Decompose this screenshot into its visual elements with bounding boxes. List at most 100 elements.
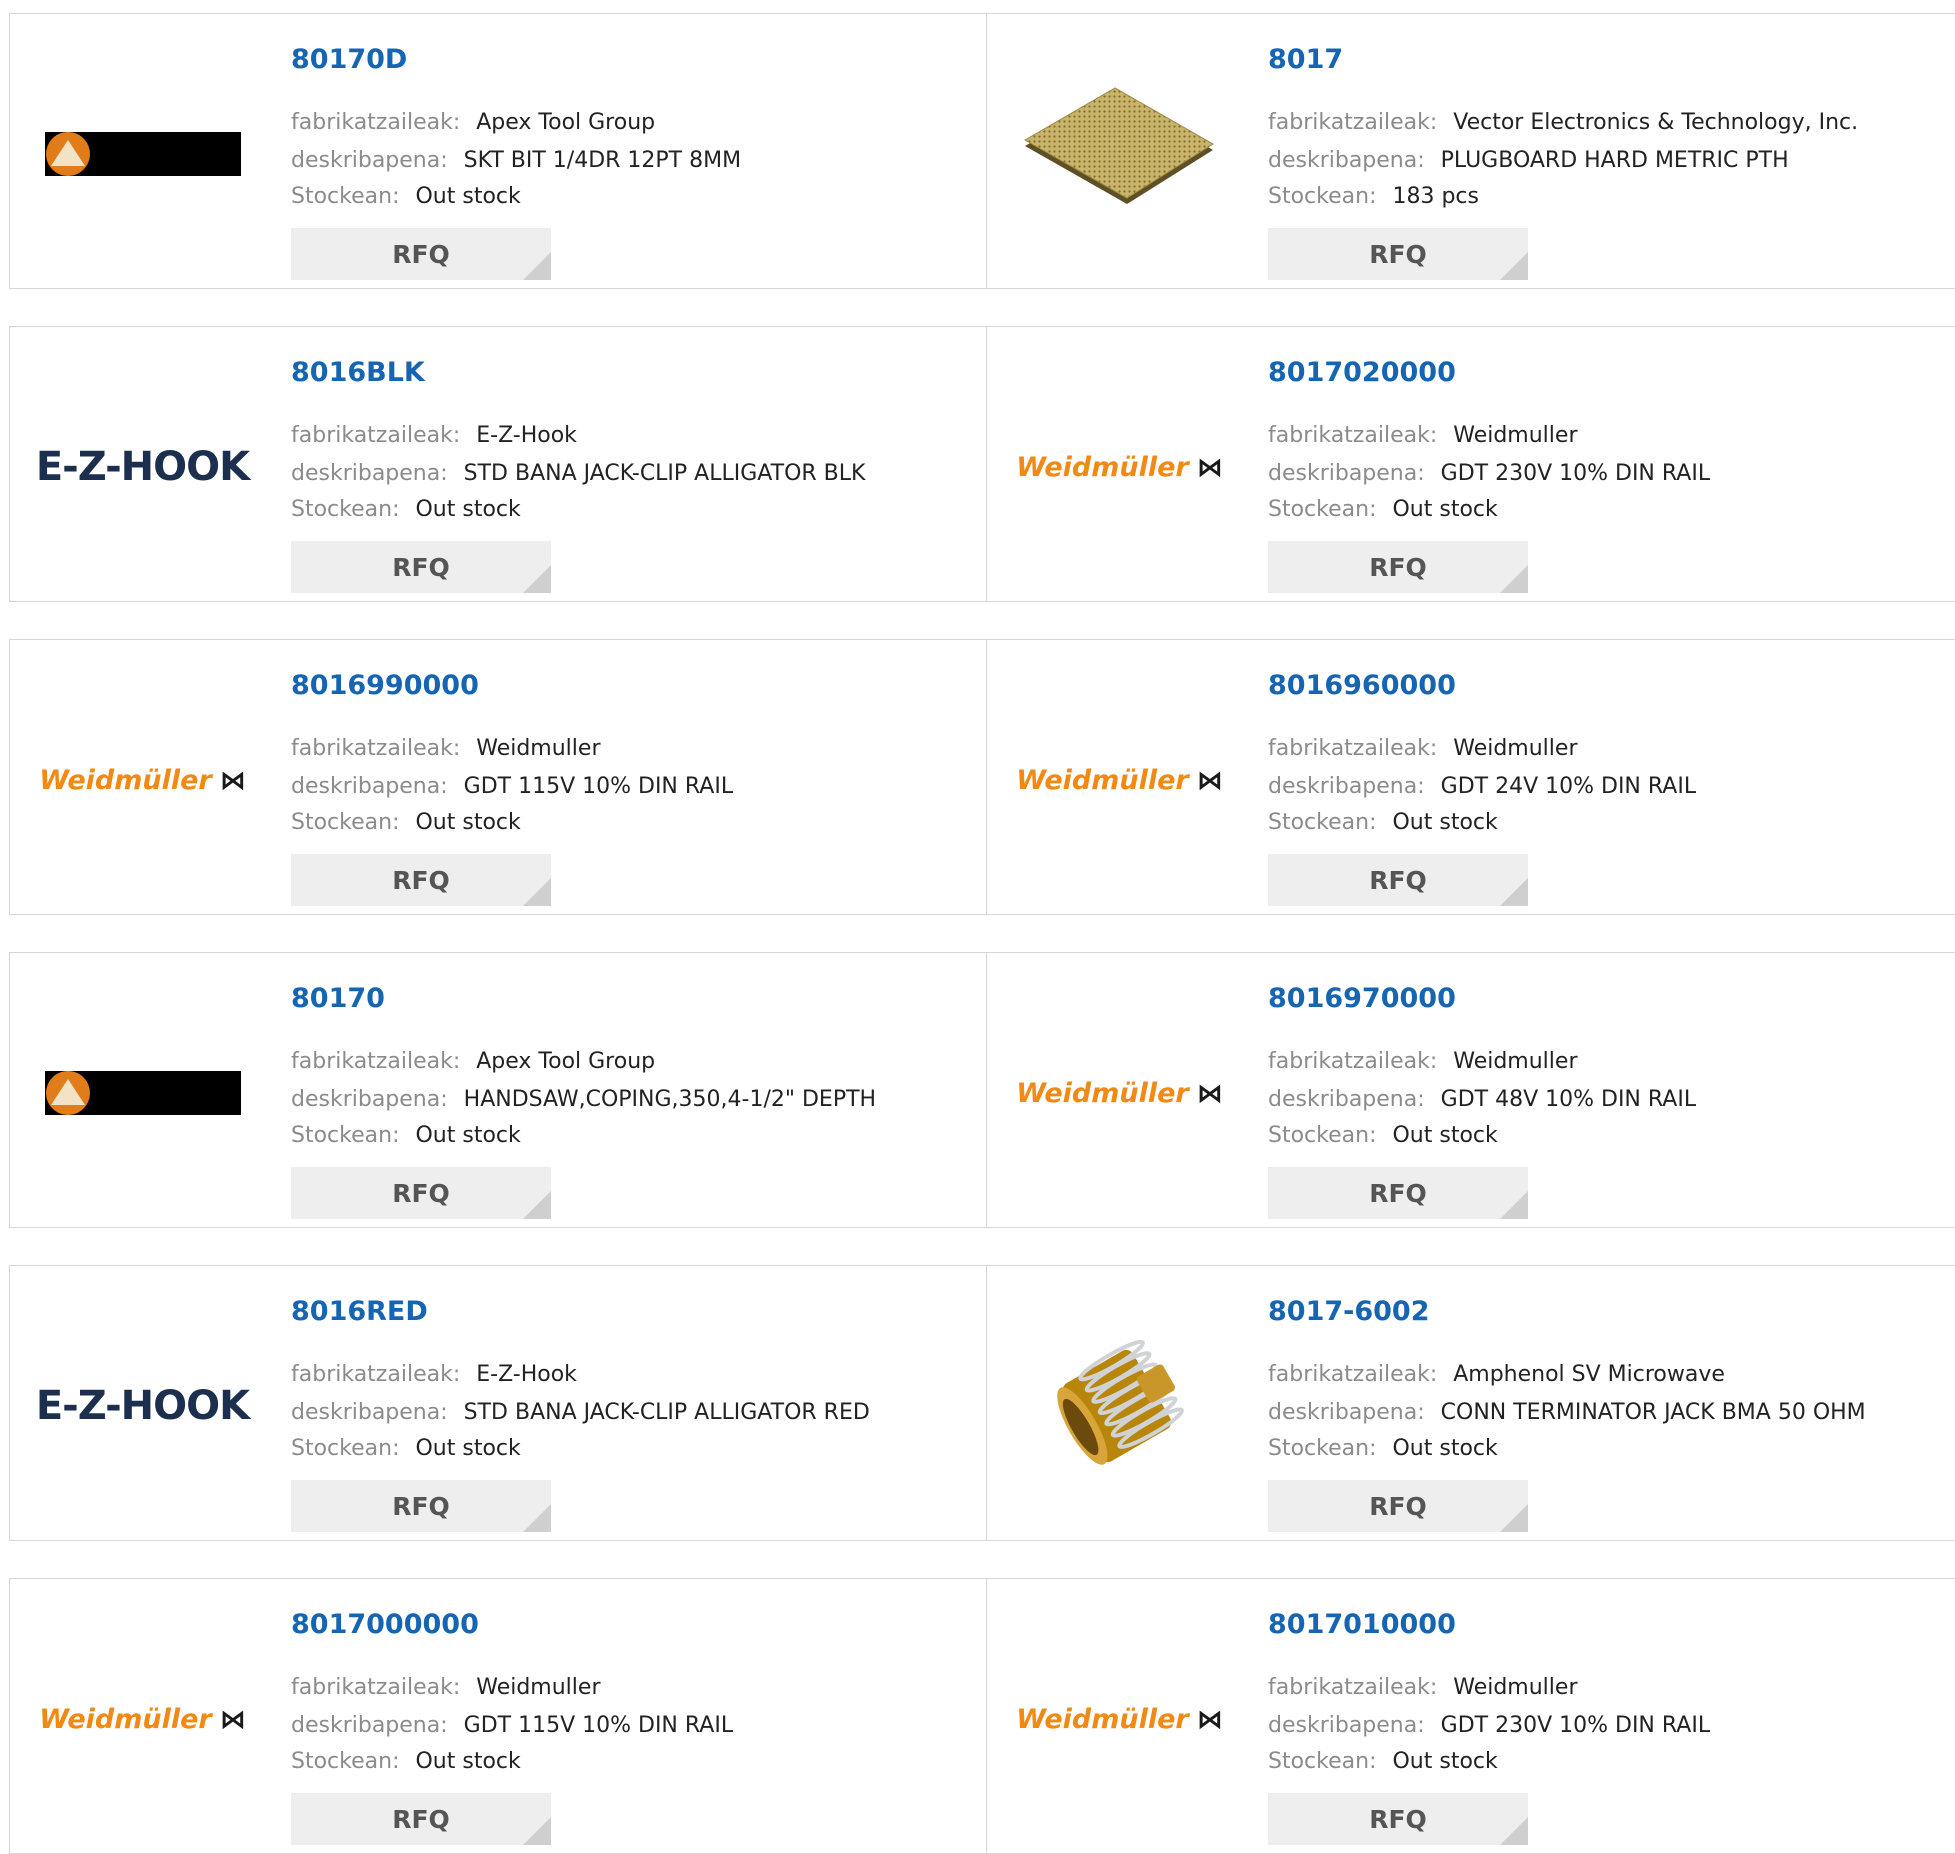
description-line: deskribapena: GDT 230V 10% DIN RAIL xyxy=(1268,461,1710,486)
weidmuller-logo: Weidmüller ⋈ xyxy=(1016,1704,1222,1735)
rfq-button[interactable]: RFQ xyxy=(1268,1480,1528,1532)
description-line: deskribapena: GDT 230V 10% DIN RAIL xyxy=(1268,1713,1710,1738)
stock-value: Out stock xyxy=(415,1749,521,1774)
description-value: GDT 115V 10% DIN RAIL xyxy=(463,1713,734,1738)
description-line: deskribapena: GDT 24V 10% DIN RAIL xyxy=(1268,774,1696,799)
rfq-button[interactable]: RFQ xyxy=(291,1480,551,1532)
weidmuller-symbol-icon: ⋈ xyxy=(219,765,246,796)
stock-label: Stockean: xyxy=(291,810,400,835)
rfq-button[interactable]: RFQ xyxy=(291,1167,551,1219)
product-image: Weidmüller ⋈ xyxy=(1016,1619,1222,1819)
description-line: deskribapena: STD BANA JACK-CLIP ALLIGATO… xyxy=(291,461,865,486)
apex-logo xyxy=(44,1071,241,1115)
part-number-link[interactable]: 8017010000 xyxy=(1268,1609,1456,1640)
part-number-link[interactable]: 8016960000 xyxy=(1268,670,1456,701)
stock-label: Stockean: xyxy=(1268,184,1377,209)
stock-label: Stockean: xyxy=(1268,1436,1377,1461)
stock-value: Out stock xyxy=(1392,1436,1498,1461)
description-label: deskribapena: xyxy=(291,774,448,799)
stock-label: Stockean: xyxy=(291,1123,400,1148)
manufacturer-label: fabrikatzaileak: xyxy=(291,423,461,448)
manufacturer-line: fabrikatzaileak: Weidmuller xyxy=(291,1675,601,1700)
weidmuller-wordmark: Weidmüller xyxy=(1016,764,1189,796)
part-number-link[interactable]: 8016RED xyxy=(291,1296,428,1327)
manufacturer-label: fabrikatzaileak: xyxy=(291,736,461,761)
description-value: STD BANA JACK-CLIP ALLIGATOR RED xyxy=(463,1400,870,1425)
product-row: 80170D fabrikatzaileak: Apex Tool Group des… xyxy=(9,13,1955,289)
product-row: E-Z-HOOK 8016BLK fabrikatzaileak: E-Z-Hook d… xyxy=(9,326,1955,602)
manufacturer-value: Amphenol SV Microwave xyxy=(1453,1362,1725,1387)
rfq-label: RFQ xyxy=(1369,239,1427,269)
rfq-button[interactable]: RFQ xyxy=(1268,1167,1528,1219)
rfq-label: RFQ xyxy=(1369,1804,1427,1834)
part-number-link[interactable]: 8016970000 xyxy=(1268,983,1456,1014)
manufacturer-label: fabrikatzaileak: xyxy=(291,1362,461,1387)
rfq-button[interactable]: RFQ xyxy=(1268,541,1528,593)
product-image: E-Z-HOOK xyxy=(36,367,250,567)
description-value: CONN TERMINATOR JACK BMA 50 OHM xyxy=(1440,1400,1866,1425)
manufacturer-line: fabrikatzaileak: Weidmuller xyxy=(1268,423,1578,448)
part-number-link[interactable]: 8017020000 xyxy=(1268,357,1456,388)
rfq-button[interactable]: RFQ xyxy=(1268,854,1528,906)
stock-label: Stockean: xyxy=(1268,1123,1377,1148)
manufacturer-line: fabrikatzaileak: Apex Tool Group xyxy=(291,110,655,135)
stock-line: Stockean: Out stock xyxy=(1268,1436,1498,1461)
description-label: deskribapena: xyxy=(291,461,448,486)
weidmuller-wordmark: Weidmüller xyxy=(1016,451,1189,483)
part-number-link[interactable]: 8017-6002 xyxy=(1268,1296,1430,1327)
manufacturer-label: fabrikatzaileak: xyxy=(1268,110,1438,135)
rfq-button[interactable]: RFQ xyxy=(291,854,551,906)
part-number-link[interactable]: 8017000000 xyxy=(291,1609,479,1640)
product-card: Weidmüller ⋈ 8017010000 fabrikatzaileak: Wei… xyxy=(986,1578,1955,1854)
manufacturer-label: fabrikatzaileak: xyxy=(1268,736,1438,761)
rfq-button[interactable]: RFQ xyxy=(1268,1793,1528,1845)
description-line: deskribapena: PLUGBOARD HARD METRIC PTH xyxy=(1268,148,1789,173)
stock-value: Out stock xyxy=(1392,1123,1498,1148)
stock-value: Out stock xyxy=(415,1436,521,1461)
rfq-label: RFQ xyxy=(392,239,450,269)
stock-line: Stockean: Out stock xyxy=(291,1123,521,1148)
product-card: 8017-6002 fabrikatzaileak: Amphenol SV Mic… xyxy=(986,1265,1955,1541)
rfq-button[interactable]: RFQ xyxy=(1268,228,1528,280)
manufacturer-label: fabrikatzaileak: xyxy=(291,110,461,135)
description-value: GDT 230V 10% DIN RAIL xyxy=(1440,1713,1711,1738)
product-card: E-Z-HOOK 8016BLK fabrikatzaileak: E-Z-Hook d… xyxy=(9,326,987,602)
stock-value: Out stock xyxy=(1392,810,1498,835)
rfq-button[interactable]: RFQ xyxy=(291,541,551,593)
product-card: Weidmüller ⋈ 8017020000 fabrikatzaileak: Wei… xyxy=(986,326,1955,602)
description-label: deskribapena: xyxy=(1268,1400,1425,1425)
product-card: Weidmüller ⋈ 8016970000 fabrikatzaileak: Wei… xyxy=(986,952,1955,1228)
description-label: deskribapena: xyxy=(291,1713,448,1738)
manufacturer-label: fabrikatzaileak: xyxy=(291,1049,461,1074)
description-line: deskribapena: GDT 115V 10% DIN RAIL xyxy=(291,774,733,799)
rfq-label: RFQ xyxy=(392,552,450,582)
stock-value: 183 pcs xyxy=(1392,184,1479,209)
rfq-label: RFQ xyxy=(392,1178,450,1208)
stock-value: Out stock xyxy=(415,1123,521,1148)
product-row: Weidmüller ⋈ 8016990000 fabrikatzaileak: Wei… xyxy=(9,639,1955,915)
manufacturer-value: E-Z-Hook xyxy=(476,423,577,448)
part-number-link[interactable]: 8016BLK xyxy=(291,357,425,388)
stock-value: Out stock xyxy=(415,184,521,209)
stock-label: Stockean: xyxy=(1268,810,1377,835)
connector-photo xyxy=(1057,1339,1184,1465)
product-card: 80170D fabrikatzaileak: Apex Tool Group des… xyxy=(9,13,987,289)
stock-value: Out stock xyxy=(415,810,521,835)
product-row: Weidmüller ⋈ 8017000000 fabrikatzaileak: Wei… xyxy=(9,1578,1955,1854)
rfq-button[interactable]: RFQ xyxy=(291,1793,551,1845)
weidmuller-logo: Weidmüller ⋈ xyxy=(39,765,245,796)
corner-triangle-icon xyxy=(1500,878,1528,906)
part-number-link[interactable]: 8017 xyxy=(1268,44,1343,75)
description-label: deskribapena: xyxy=(1268,774,1425,799)
manufacturer-value: Weidmuller xyxy=(1453,1049,1578,1074)
rfq-label: RFQ xyxy=(392,865,450,895)
corner-triangle-icon xyxy=(1500,1191,1528,1219)
part-number-link[interactable]: 80170 xyxy=(291,983,385,1014)
product-card: 80170 fabrikatzaileak: Apex Tool Group desk… xyxy=(9,952,987,1228)
manufacturer-value: Weidmuller xyxy=(1453,423,1578,448)
product-row: 80170 fabrikatzaileak: Apex Tool Group desk… xyxy=(9,952,1955,1228)
part-number-link[interactable]: 8016990000 xyxy=(291,670,479,701)
part-number-link[interactable]: 80170D xyxy=(291,44,407,75)
rfq-label: RFQ xyxy=(1369,552,1427,582)
rfq-button[interactable]: RFQ xyxy=(291,228,551,280)
